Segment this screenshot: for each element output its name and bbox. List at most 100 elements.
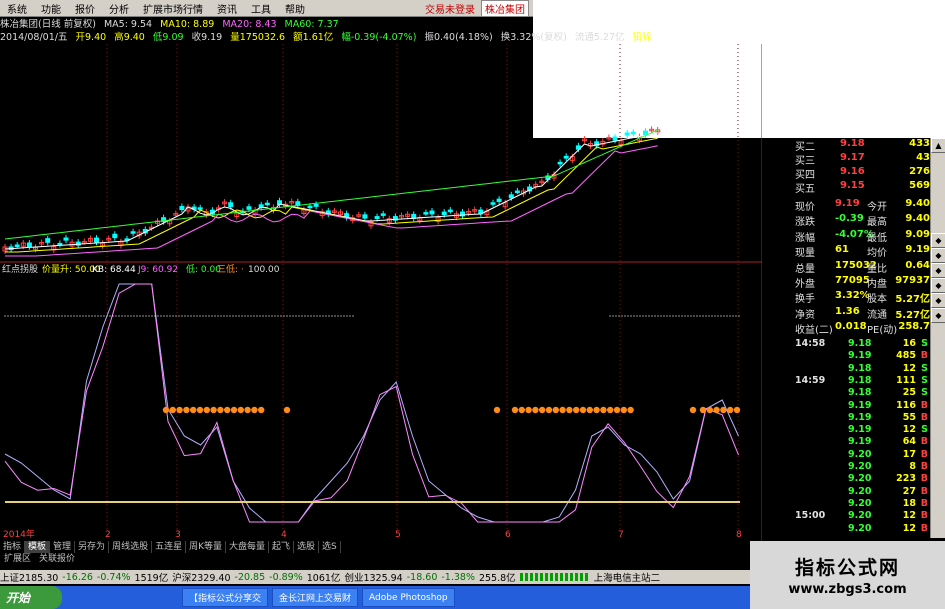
level-dot <box>289 315 291 317</box>
tick-row: 9.19 485 B <box>795 350 930 362</box>
level-dot <box>301 315 303 317</box>
tab-3[interactable]: 另存为 <box>75 541 110 553</box>
menu-analysis[interactable]: 分析 <box>102 1 136 16</box>
chart-grid <box>106 44 762 541</box>
level-dot <box>690 315 692 317</box>
tab-related-quote[interactable]: 关联报价 <box>35 553 79 565</box>
tab-6[interactable]: 周K等量 <box>186 541 226 553</box>
menu-function[interactable]: 功能 <box>34 1 68 16</box>
level-dot <box>37 315 39 317</box>
bid-volume: 433 <box>909 138 930 149</box>
candle-body <box>643 130 648 136</box>
signal-dot <box>620 406 627 414</box>
toolbar-button-icon[interactable]: ◆ <box>931 293 945 308</box>
right-scrollbar[interactable]: ▲ ◆ ◆ ◆ ◆ ◆ ◆ <box>930 138 945 538</box>
tick-row: 9.19 64 B <box>795 436 930 448</box>
level-dot <box>241 315 243 317</box>
tab-10[interactable]: 选S <box>319 541 341 553</box>
level-dot <box>609 315 611 317</box>
menu-help[interactable]: 帮助 <box>278 1 312 16</box>
trade-login-link[interactable]: 交易未登录 <box>418 1 481 16</box>
candle-body <box>496 198 502 202</box>
level-dot <box>708 315 710 317</box>
taskbar-item-trading[interactable]: 金长江网上交易财 <box>272 588 359 607</box>
toolbar-button-icon[interactable]: ◆ <box>931 233 945 248</box>
tab-5[interactable]: 五连星 <box>152 541 187 553</box>
candle-body <box>264 202 270 206</box>
level-dot <box>82 315 84 317</box>
tick-side: B <box>920 448 928 460</box>
stat-label2: 均价 <box>867 248 887 260</box>
start-button[interactable]: 开始 <box>0 586 62 609</box>
stat-label: 涨跌 <box>795 217 815 229</box>
bar-amplitude: 振0.40(4.18%) <box>424 32 493 43</box>
signal-dot <box>689 406 697 414</box>
tick-row: 9.20 8 B <box>795 461 930 473</box>
tab-1[interactable]: 模板 <box>25 541 51 553</box>
bar-float: 流通5.27亿 <box>574 32 625 43</box>
candle-body <box>307 205 313 209</box>
stat-label2: 量比 <box>867 263 887 275</box>
toolbar-button-icon[interactable]: ◆ <box>931 263 945 278</box>
level-dot <box>630 315 632 317</box>
stat-label2: 最低 <box>867 232 887 244</box>
taskbar-item-forum[interactable]: 【指标公式分享交 <box>182 588 269 607</box>
menu-system[interactable]: 系统 <box>0 1 34 16</box>
level-dot <box>304 315 306 317</box>
tab-9[interactable]: 选股 <box>294 541 320 553</box>
menu-ext-market[interactable]: 扩展市场行情 <box>136 1 210 16</box>
toolbar-button-icon[interactable]: ◆ <box>931 248 945 263</box>
scroll-up-arrow-icon[interactable]: ▲ <box>931 138 945 153</box>
watermark: 指标公式网 www.zbgs3.com <box>750 541 945 609</box>
tab-ext-area[interactable]: 扩展区 <box>0 553 35 565</box>
signal-dot <box>210 406 217 414</box>
tick-row: 9.20 18 B <box>795 498 930 510</box>
bid-label: 买五 <box>795 184 815 195</box>
tab-2[interactable]: 管理 <box>50 541 76 553</box>
taskbar-item-photoshop[interactable]: Adobe Photoshop <box>362 588 455 607</box>
level-dot <box>64 315 66 317</box>
index-status-bar: 上证2185.30 -16.26 -0.74% 1519亿 沪深2329.40 … <box>0 570 750 584</box>
tick-time: 14:58 <box>795 338 826 349</box>
signal-dot <box>176 406 183 414</box>
menu-info[interactable]: 资讯 <box>210 1 244 16</box>
level-dot <box>175 315 177 317</box>
toolbar-button-icon[interactable]: ◆ <box>931 308 945 323</box>
tab-8[interactable]: 起飞 <box>269 541 295 553</box>
tab-7[interactable]: 大盘每量 <box>226 541 270 553</box>
ma10-line <box>5 137 658 253</box>
bar-volume: 量175032.6 <box>230 32 286 43</box>
toolbar-button-icon[interactable]: ◆ <box>931 278 945 293</box>
stat-label2: 最高 <box>867 217 887 229</box>
signal-dot <box>230 406 238 414</box>
level-dot <box>316 315 318 317</box>
signal-dot <box>251 406 258 414</box>
level-dot <box>22 315 24 317</box>
level-dot <box>118 315 120 317</box>
kline-chart[interactable]: 红点拐股 价量升: 50.00 KB: 68.44 J9: 60.92 低: 0… <box>0 44 762 541</box>
level-dot <box>624 315 626 317</box>
level-dot <box>16 315 18 317</box>
level-dot <box>139 315 141 317</box>
cy-pct: -1.38% <box>441 571 475 583</box>
indicator-val: 100.00 <box>248 265 280 275</box>
level-dot <box>651 315 653 317</box>
level-dot <box>163 315 165 317</box>
menu-quote[interactable]: 报价 <box>68 1 102 16</box>
candle-body <box>14 244 20 247</box>
candle-body <box>246 206 252 210</box>
signal-dot <box>573 406 580 414</box>
level-dot <box>681 315 683 317</box>
indicator-j: J9: 60.92 <box>137 265 178 275</box>
menu-tools[interactable]: 工具 <box>244 1 278 16</box>
orange-signal-dots <box>162 406 741 414</box>
level-dot <box>154 315 156 317</box>
tick-side: B <box>920 473 928 485</box>
stat-row: 收益(二) 0.018 PE(动) 258.7 <box>795 321 930 336</box>
stat-value: 0.018 <box>835 321 867 333</box>
tab-0[interactable]: 指标 <box>0 541 26 553</box>
level-dot <box>124 315 126 317</box>
tab-4[interactable]: 周线选股 <box>109 541 153 553</box>
tick-volume: 17 <box>902 448 916 460</box>
stat-value2: 9.40 <box>905 198 930 209</box>
